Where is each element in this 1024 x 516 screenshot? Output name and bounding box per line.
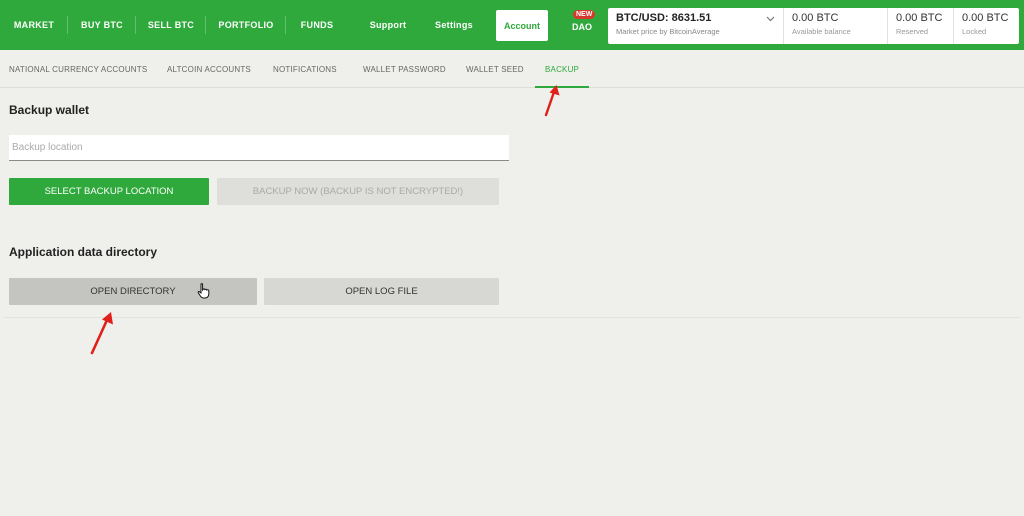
main-nav: MARKET BUY BTC SELL BTC PORTFOLIO FUNDS bbox=[0, 0, 348, 50]
tab-national-currency-accounts[interactable]: NATIONAL CURRENCY ACCOUNTS bbox=[9, 50, 147, 88]
nav-support[interactable]: Support bbox=[358, 0, 418, 50]
market-price-source: Market price by BitcoinAverage bbox=[616, 27, 720, 36]
top-navigation-bar: MARKET BUY BTC SELL BTC PORTFOLIO FUNDS … bbox=[0, 0, 1024, 50]
nav-market[interactable]: MARKET bbox=[0, 0, 68, 50]
annotation-arrow-icon bbox=[86, 311, 116, 362]
tab-wallet-seed[interactable]: WALLET SEED bbox=[466, 50, 524, 88]
hand-cursor-icon bbox=[197, 283, 211, 304]
backup-wallet-title: Backup wallet bbox=[9, 103, 90, 117]
tab-backup[interactable]: BACKUP bbox=[534, 50, 590, 88]
balance-label: Available balance bbox=[792, 27, 851, 36]
tab-altcoin-accounts[interactable]: ALTCOIN ACCOUNTS bbox=[167, 50, 251, 88]
application-data-directory-title: Application data directory bbox=[9, 245, 158, 259]
select-backup-location-button[interactable]: SELECT BACKUP LOCATION bbox=[9, 178, 209, 205]
account-subtabs: NATIONAL CURRENCY ACCOUNTS ALTCOIN ACCOU… bbox=[0, 50, 1024, 88]
chevron-down-icon[interactable] bbox=[766, 14, 775, 24]
locked-balance: 0.00 BTC Locked bbox=[953, 8, 1019, 44]
balance-label: Locked bbox=[962, 27, 987, 36]
nav-dao[interactable]: NEW DAO bbox=[568, 10, 598, 40]
nav-buy-btc[interactable]: BUY BTC bbox=[68, 0, 136, 50]
balance-amount: 0.00 BTC bbox=[792, 12, 839, 24]
dao-label: DAO bbox=[572, 22, 592, 32]
balance-label: Reserved bbox=[896, 27, 929, 36]
market-price: BTC/USD: 8631.51 bbox=[616, 12, 712, 24]
available-balance: 0.00 BTC Available balance bbox=[783, 8, 887, 44]
balance-panel: BTC/USD: 8631.51 Market price by Bitcoin… bbox=[608, 8, 1019, 44]
new-badge: NEW bbox=[573, 10, 596, 19]
open-directory-button[interactable]: OPEN DIRECTORY bbox=[9, 278, 257, 305]
nav-settings[interactable]: Settings bbox=[418, 0, 490, 50]
backup-now-button[interactable]: BACKUP NOW (BACKUP IS NOT ENCRYPTED!) bbox=[217, 178, 499, 205]
open-log-file-button[interactable]: OPEN LOG FILE bbox=[264, 278, 499, 305]
tab-wallet-password[interactable]: WALLET PASSWORD bbox=[363, 50, 446, 88]
annotation-arrow-icon bbox=[540, 84, 562, 123]
balance-amount: 0.00 BTC bbox=[896, 12, 943, 24]
tab-notifications[interactable]: NOTIFICATIONS bbox=[273, 50, 337, 88]
secondary-nav: Support Settings bbox=[358, 0, 490, 50]
nav-account[interactable]: Account bbox=[496, 10, 548, 41]
balance-amount: 0.00 BTC bbox=[962, 12, 1009, 24]
nav-funds[interactable]: FUNDS bbox=[286, 0, 348, 50]
nav-sell-btc[interactable]: SELL BTC bbox=[136, 0, 206, 50]
backup-location-input[interactable] bbox=[9, 135, 509, 161]
nav-portfolio[interactable]: PORTFOLIO bbox=[206, 0, 286, 50]
reserved-balance: 0.00 BTC Reserved bbox=[887, 8, 953, 44]
market-price-selector[interactable]: BTC/USD: 8631.51 Market price by Bitcoin… bbox=[608, 8, 783, 44]
